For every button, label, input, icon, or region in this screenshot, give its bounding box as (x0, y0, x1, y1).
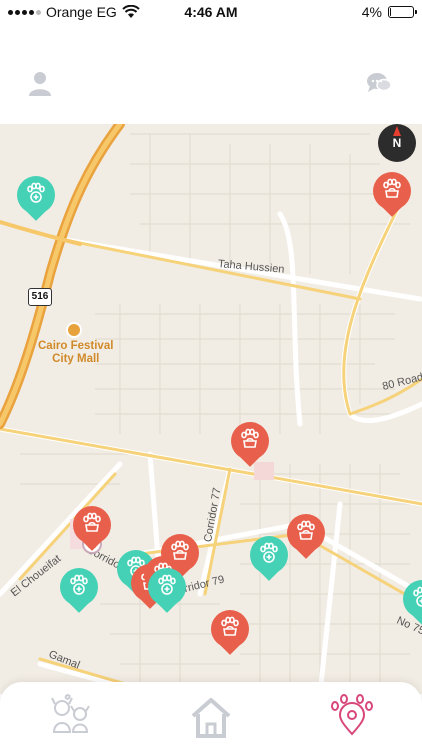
paw-bag-icon (238, 428, 262, 452)
status-bar: Orange EG 4:46 AM 4% (0, 0, 422, 24)
poi-label[interactable]: Cairo Festival City Mall (38, 340, 113, 366)
clock: 4:46 AM (184, 4, 238, 20)
pet-shop-pin[interactable] (73, 506, 111, 552)
vet-clinic-pin[interactable] (250, 536, 288, 582)
chat-bubbles-icon[interactable] (366, 72, 392, 94)
battery-level (390, 8, 391, 16)
pet-shop-pin[interactable] (287, 514, 325, 560)
battery-group: 4% (361, 4, 417, 20)
vet-clinic-pin[interactable] (403, 580, 422, 626)
vet-clinic-pin[interactable] (148, 568, 186, 614)
vet-clinic-pin[interactable] (17, 176, 55, 222)
paw-bag-icon (80, 512, 104, 536)
paw-bag-icon (294, 520, 318, 544)
paw-location-icon (331, 694, 373, 736)
app-header (0, 24, 422, 124)
pet-shop-pin[interactable] (373, 172, 411, 218)
poi-name-line2: City Mall (52, 353, 100, 365)
battery-icon (388, 6, 417, 18)
paw-cross-icon (67, 574, 91, 598)
pet-shop-pin[interactable] (231, 422, 269, 468)
paw-cross-icon (155, 574, 179, 598)
profile-icon[interactable] (28, 70, 52, 96)
paw-cross-icon (24, 182, 48, 206)
map-view[interactable]: 516 N Cairo Festival City Mall Taha Huss… (0, 124, 422, 694)
paw-bag-icon (380, 178, 404, 202)
mall-poi-icon[interactable] (66, 322, 82, 338)
home-icon (191, 698, 231, 738)
tab-home[interactable] (181, 692, 241, 740)
paw-cross-icon (410, 586, 422, 610)
route-shield: 516 (28, 288, 52, 306)
vet-clinic-pin[interactable] (60, 568, 98, 614)
tab-map[interactable] (322, 692, 382, 740)
pet-shop-pin[interactable] (211, 610, 249, 656)
paw-cross-icon (257, 542, 281, 566)
compass-button[interactable]: N (378, 124, 416, 162)
pets-icon (51, 694, 90, 733)
bottom-tab-bar (0, 682, 422, 750)
tab-pets[interactable] (40, 692, 100, 740)
battery-percent: 4% (361, 4, 382, 20)
poi-name-line1: Cairo Festival (38, 340, 114, 352)
paw-bag-icon (218, 616, 242, 640)
